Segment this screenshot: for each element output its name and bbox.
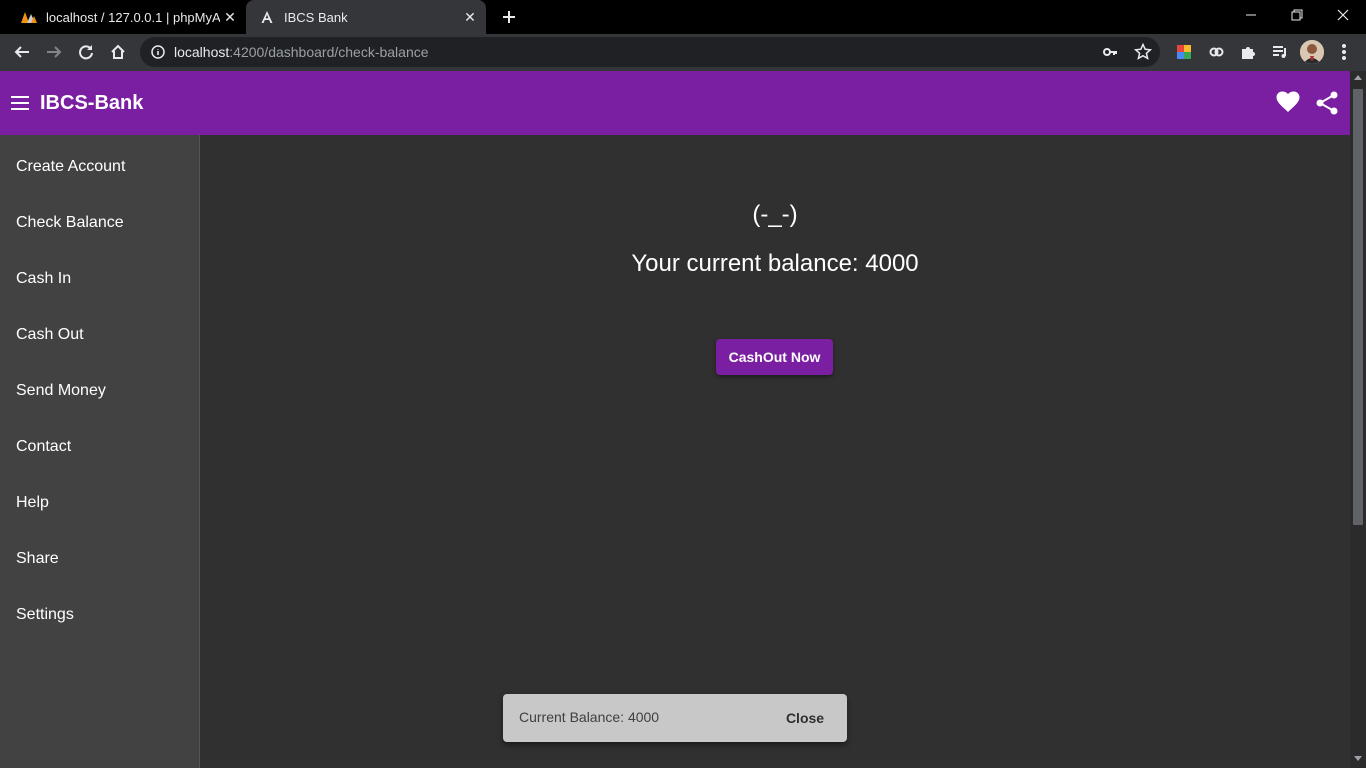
forward-arrow-icon[interactable] (40, 38, 68, 66)
balance-heading: Your current balance: 4000 (631, 250, 919, 277)
nav-item-send-money[interactable]: Send Money (0, 367, 199, 415)
scroll-thumb[interactable] (1353, 89, 1363, 525)
address-bar[interactable]: localhost:4200/dashboard/check-balance (140, 37, 1160, 67)
restore-icon[interactable] (1274, 0, 1320, 30)
angular-icon (258, 8, 276, 26)
tab-title: IBCS Bank (284, 9, 348, 25)
url-text: localhost:4200/dashboard/check-balance (174, 44, 429, 60)
profile-avatar[interactable] (1300, 40, 1324, 64)
face-emoticon: (-_-) (752, 201, 798, 228)
star-icon[interactable] (1133, 42, 1153, 61)
browser-tab-ibcs-bank[interactable]: IBCS Bank ✕ (246, 0, 486, 34)
nav-item-cash-in[interactable]: Cash In (0, 255, 199, 303)
page-scrollbar[interactable] (1350, 71, 1366, 768)
scroll-down-arrow-icon[interactable] (1354, 756, 1362, 761)
snackbar-close-button[interactable]: Close (775, 702, 835, 734)
scroll-up-arrow-icon[interactable] (1354, 75, 1362, 80)
nav-item-check-balance[interactable]: Check Balance (0, 199, 199, 247)
reload-icon[interactable] (72, 38, 100, 66)
side-nav: Create Account Check Balance Cash In Cas… (0, 135, 200, 768)
favorite-icon[interactable] (1276, 91, 1302, 115)
extension-color-icon[interactable] (1174, 42, 1194, 62)
more-vert-icon[interactable] (1334, 42, 1354, 62)
browser-tabstrip: localhost / 127.0.0.1 | phpMyAdmin ✕ IBC… (0, 0, 1366, 34)
main-content: (-_-) Your current balance: 4000 CashOut… (200, 135, 1350, 768)
app-root: IBCS-Bank Create Account Check Balance C… (0, 71, 1350, 768)
nav-item-share[interactable]: Share (0, 535, 199, 583)
key-icon[interactable] (1102, 44, 1118, 60)
phpmyadmin-icon (20, 8, 38, 26)
nav-item-cash-out[interactable]: Cash Out (0, 311, 199, 359)
menu-icon[interactable] (8, 91, 32, 115)
close-icon[interactable]: ✕ (220, 7, 240, 27)
minimize-icon[interactable] (1228, 0, 1274, 30)
window-close-icon[interactable] (1320, 0, 1366, 30)
nav-item-contact[interactable]: Contact (0, 423, 199, 471)
media-queue-icon[interactable] (1270, 42, 1290, 62)
app-title: IBCS-Bank (40, 92, 144, 114)
extension-link-icon[interactable] (1206, 42, 1226, 62)
app-toolbar: IBCS-Bank (0, 71, 1350, 135)
home-icon[interactable] (104, 38, 132, 66)
browser-toolbar: localhost:4200/dashboard/check-balance (0, 34, 1366, 71)
share-icon[interactable] (1316, 91, 1342, 115)
new-tab-icon[interactable] (498, 6, 520, 28)
tab-title: localhost / 127.0.0.1 | phpMyAdmin (46, 9, 220, 25)
snackbar-message: Current Balance: 4000 (519, 709, 660, 725)
back-arrow-icon[interactable] (8, 38, 36, 66)
puzzle-icon[interactable] (1238, 42, 1258, 62)
cashout-button[interactable]: CashOut Now (716, 339, 833, 375)
nav-item-help[interactable]: Help (0, 479, 199, 527)
info-icon[interactable] (150, 44, 166, 60)
browser-tab-phpmyadmin[interactable]: localhost / 127.0.0.1 | phpMyAdmin ✕ (8, 0, 246, 34)
close-icon[interactable]: ✕ (460, 7, 480, 27)
snackbar: Current Balance: 4000 Close (503, 694, 847, 742)
nav-item-settings[interactable]: Settings (0, 591, 199, 639)
nav-item-create-account[interactable]: Create Account (0, 143, 199, 191)
